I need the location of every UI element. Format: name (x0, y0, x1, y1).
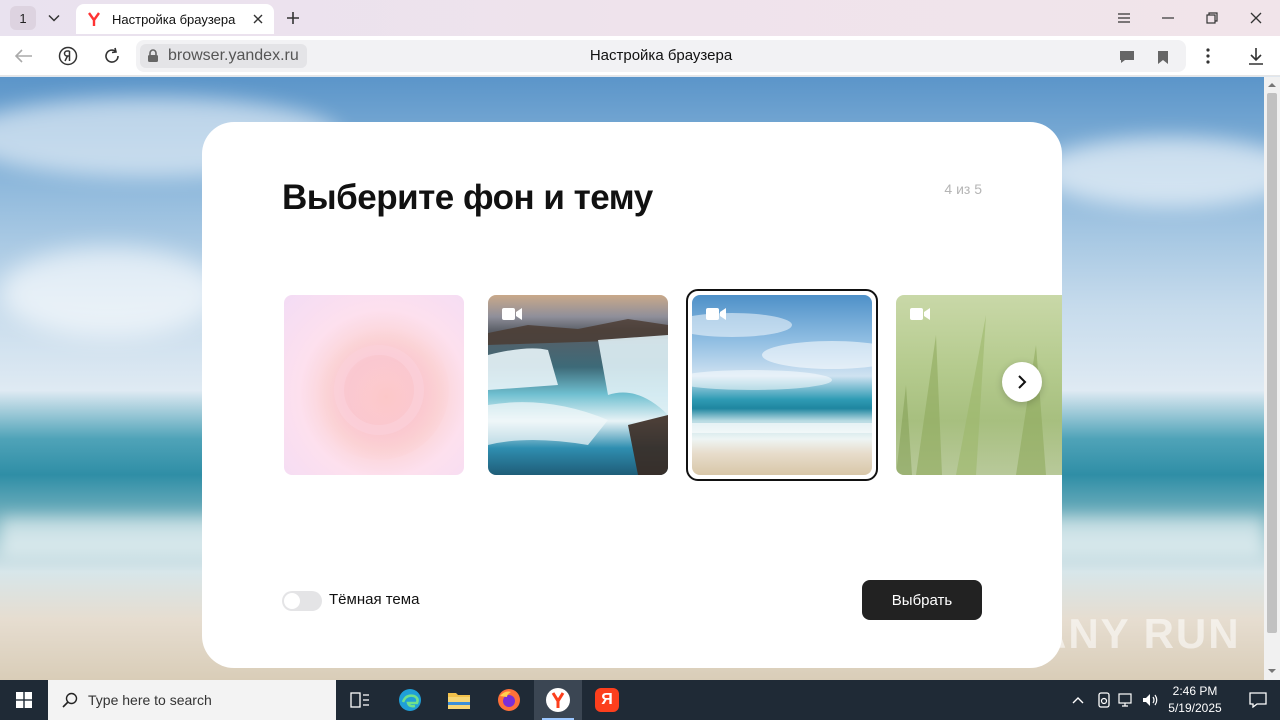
device-icon[interactable] (1094, 680, 1114, 720)
windows-taskbar: Type here to search Я 2:46 PM 5/19/2025 (0, 680, 1280, 720)
video-icon (706, 308, 726, 320)
background-option-waterfall[interactable] (488, 295, 668, 475)
video-icon (910, 308, 930, 320)
menu-icon[interactable] (1108, 6, 1140, 30)
search-icon (62, 692, 78, 708)
reload-icon[interactable] (100, 44, 124, 68)
volume-icon[interactable] (1140, 680, 1162, 720)
background-option-sea[interactable] (692, 295, 872, 475)
more-vertical-icon[interactable] (1196, 44, 1220, 68)
download-icon[interactable] (1244, 44, 1268, 68)
tab-close-icon[interactable] (250, 11, 266, 27)
notification-center-icon[interactable] (1236, 680, 1280, 720)
background-option-pink[interactable] (284, 295, 464, 475)
close-window-icon[interactable] (1240, 6, 1272, 30)
yandex-browser-taskbar-icon[interactable] (534, 680, 582, 720)
active-tab[interactable]: Настройка браузера (76, 4, 274, 34)
browser-toolbar: browser.yandex.ru Настройка браузера (0, 36, 1280, 76)
tab-title: Настройка браузера (112, 11, 236, 27)
dark-theme-toggle[interactable] (282, 591, 322, 611)
tab-counter-button[interactable]: 1 (10, 6, 36, 30)
tab-strip: 1 Настройка браузера (0, 0, 1280, 36)
firefox-icon[interactable] (485, 680, 533, 720)
bookmark-icon[interactable] (1154, 48, 1172, 66)
dark-theme-label: Тёмная тема (329, 591, 420, 608)
chevron-right-icon (1018, 375, 1027, 389)
comment-icon[interactable] (1118, 48, 1136, 66)
edge-icon[interactable] (386, 680, 434, 720)
task-view-icon[interactable] (336, 680, 384, 720)
scroll-down-icon[interactable] (1268, 667, 1276, 675)
address-bar[interactable]: browser.yandex.ru Настройка браузера (136, 40, 1186, 72)
clock-date: 5/19/2025 (1168, 701, 1222, 715)
network-icon[interactable] (1116, 680, 1138, 720)
minimize-icon[interactable] (1152, 6, 1184, 30)
taskbar-clock[interactable]: 2:46 PM 5/19/2025 (1160, 683, 1230, 717)
anyrun-watermark: ANY RUN (1036, 610, 1241, 657)
yandex-favicon-icon (86, 11, 102, 27)
show-hidden-icons-chevron-icon[interactable] (1068, 680, 1088, 720)
taskbar-search[interactable]: Type here to search (48, 680, 336, 720)
clock-time: 2:46 PM (1172, 684, 1218, 698)
card-heading: Выберите фон и тему (282, 178, 653, 217)
new-tab-plus-icon[interactable] (281, 6, 305, 30)
restore-icon[interactable] (1196, 6, 1228, 30)
search-placeholder: Type here to search (88, 692, 212, 708)
file-explorer-icon[interactable] (435, 680, 483, 720)
page-scrollbar[interactable] (1264, 77, 1280, 680)
yandex-logo-button-icon[interactable] (56, 44, 80, 68)
tab-list-chevron-icon[interactable] (40, 6, 68, 30)
onboarding-card: Выберите фон и тему 4 из 5 Тёмная тема В… (202, 122, 1062, 668)
scroll-up-icon[interactable] (1268, 81, 1276, 89)
scroll-thumb[interactable] (1267, 93, 1277, 633)
page-title: Настройка браузера (589, 47, 733, 64)
back-arrow-icon[interactable] (12, 44, 36, 68)
step-counter: 4 из 5 (944, 181, 982, 197)
yandex-app-icon[interactable]: Я (583, 680, 631, 720)
windows-start-icon[interactable] (0, 680, 48, 720)
video-icon (502, 308, 522, 320)
select-button[interactable]: Выбрать (862, 580, 982, 620)
carousel-next-button[interactable] (1002, 362, 1042, 402)
